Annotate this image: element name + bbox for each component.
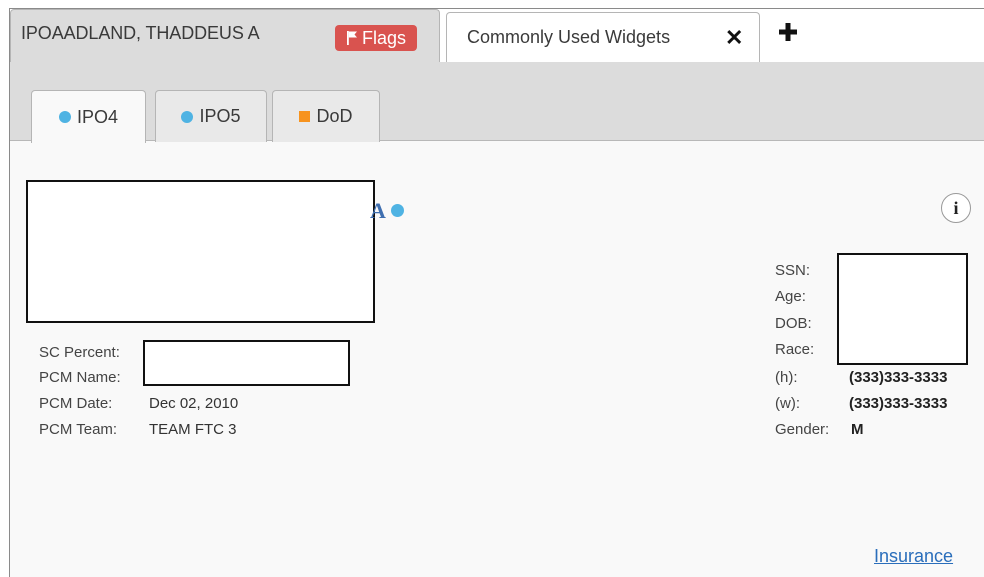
home-phone-value: (333)333-3333 bbox=[849, 369, 948, 386]
add-tab-button[interactable] bbox=[778, 22, 798, 42]
patient-name: IPOAADLAND, THADDEUS A bbox=[21, 23, 260, 43]
site-status-dot-icon bbox=[181, 110, 194, 123]
pcm-team-value: TEAM FTC 3 bbox=[149, 421, 237, 438]
insurance-link[interactable]: Insurance bbox=[874, 546, 953, 567]
gender-value: M bbox=[851, 421, 864, 438]
pcm-date-value: Dec 02, 2010 bbox=[149, 395, 239, 412]
dob-label: DOB: bbox=[775, 315, 812, 332]
site-tab-label: DoD bbox=[316, 106, 353, 126]
tab-patient[interactable]: IPOAADLAND, THADDEUS A Flags bbox=[10, 9, 440, 63]
gender-label: Gender: bbox=[775, 421, 830, 438]
plus-icon bbox=[779, 23, 797, 41]
work-phone-value: (333)333-3333 bbox=[849, 395, 948, 412]
patient-status-dot-icon bbox=[391, 204, 404, 217]
site-tab-label: IPO5 bbox=[199, 106, 241, 126]
site-tab-dod[interactable]: DoD bbox=[272, 90, 380, 142]
pcm-date-label: PCM Date: bbox=[39, 395, 113, 412]
sc-percent-label: SC Percent: bbox=[39, 344, 120, 361]
age-label: Age: bbox=[775, 288, 806, 305]
site-tab-ipo4[interactable]: IPO4 bbox=[31, 90, 146, 143]
flags-label: Flags bbox=[361, 27, 406, 48]
home-phone-label: (h): bbox=[775, 369, 798, 386]
widgets-tab-label: Commonly Used Widgets bbox=[467, 27, 671, 47]
redacted-pcm-block bbox=[143, 340, 350, 386]
site-status-square-icon bbox=[299, 111, 311, 122]
site-status-dot-icon bbox=[58, 111, 71, 123]
info-icon[interactable]: i bbox=[941, 193, 971, 223]
redacted-demographics-block bbox=[837, 253, 968, 365]
patient-name-suffix: A bbox=[370, 198, 387, 223]
info-glyph: i bbox=[953, 197, 959, 218]
work-phone-label: (w): bbox=[775, 395, 800, 412]
ssn-label: SSN: bbox=[775, 262, 811, 279]
flags-button[interactable]: Flags bbox=[335, 25, 417, 51]
tab-commonly-used-widgets[interactable]: Commonly Used Widgets ✕ bbox=[446, 12, 760, 62]
race-label: Race: bbox=[775, 341, 815, 358]
pcm-team-label: PCM Team: bbox=[39, 421, 118, 438]
redacted-patient-name-block bbox=[26, 180, 375, 323]
close-icon[interactable]: ✕ bbox=[725, 27, 743, 49]
site-tab-label: IPO4 bbox=[76, 106, 119, 127]
site-tabs-bar: IPO4 IPO5 DoD bbox=[10, 62, 984, 143]
flag-icon bbox=[346, 30, 358, 46]
site-tab-ipo5[interactable]: IPO5 bbox=[155, 90, 267, 142]
pcm-name-label: PCM Name: bbox=[39, 369, 121, 386]
